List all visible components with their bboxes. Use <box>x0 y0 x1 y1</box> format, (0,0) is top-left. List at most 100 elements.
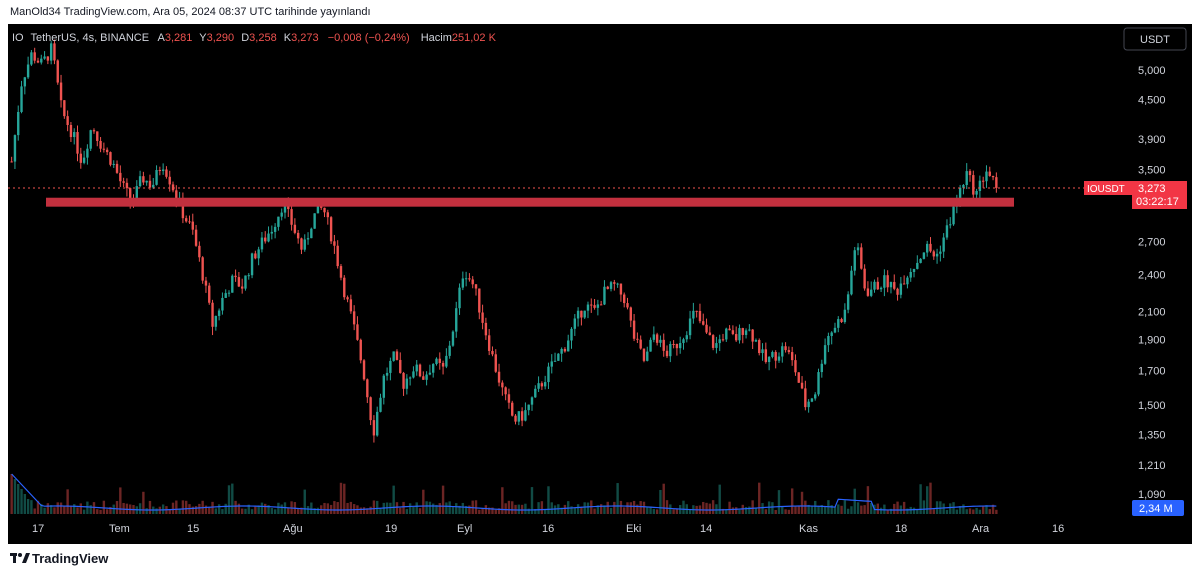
legend-open: 3,281 <box>165 32 193 44</box>
candle-body <box>988 171 991 176</box>
candle-body <box>790 352 794 361</box>
volume-bar <box>105 509 109 514</box>
volume-bar <box>550 502 553 514</box>
candle-body <box>464 278 468 280</box>
candle-body <box>389 360 392 373</box>
volume-bar <box>194 506 198 514</box>
candle-body <box>649 339 652 352</box>
volume-bar <box>264 503 267 514</box>
candle-body <box>912 268 916 273</box>
volume-bar <box>59 502 63 514</box>
candle-body <box>339 266 343 278</box>
candle-body <box>20 86 23 112</box>
price-axis-tick: 2,400 <box>1138 269 1166 281</box>
candle-body <box>102 148 106 150</box>
candle-body <box>405 378 409 389</box>
time-axis-tick: Eki <box>626 523 641 535</box>
legend: IO TetherUS, 4s, BINANCE A3,281 Y3,290 D… <box>12 32 497 44</box>
volume-bar <box>817 506 820 514</box>
candle-body <box>949 224 952 226</box>
candle-body <box>184 218 188 222</box>
price-axis-tick: 1,090 <box>1138 489 1166 501</box>
candle-body <box>376 411 379 436</box>
currency-button[interactable]: USDT <box>1123 27 1187 51</box>
candle-body <box>43 56 46 59</box>
candle-body <box>438 358 441 363</box>
volume-bar <box>968 508 972 514</box>
candle-body <box>511 402 514 416</box>
candle-body <box>860 247 863 269</box>
volume-bar <box>428 501 432 514</box>
candle-body <box>978 180 982 191</box>
candle-body <box>46 56 50 61</box>
candle-body <box>221 297 224 311</box>
candle-body <box>863 268 866 289</box>
candle-body <box>883 275 886 288</box>
volume-bar <box>69 505 73 514</box>
candle-body <box>379 397 382 412</box>
candle-body <box>596 304 600 308</box>
candle-body <box>125 182 129 189</box>
price-tag-price: 3,273 <box>1138 183 1166 195</box>
candle-body <box>975 190 978 195</box>
volume-bar <box>669 504 672 514</box>
candle-body <box>935 253 939 257</box>
candlestick-chart[interactable]: IO TetherUS, 4s, BINANCE A3,281 Y3,290 D… <box>8 24 1192 544</box>
volume-bar <box>540 501 544 514</box>
volume-bar <box>702 501 705 514</box>
candle-body <box>734 334 738 341</box>
volume-bar <box>369 506 372 514</box>
candle-body <box>800 382 804 389</box>
candle-body <box>23 77 27 87</box>
volume-bar <box>774 509 777 514</box>
candle-body <box>329 217 333 242</box>
candle-body <box>771 352 774 357</box>
candle-body <box>17 111 20 136</box>
candle-body <box>494 354 497 372</box>
volume-bar <box>866 486 870 514</box>
volume-bar <box>619 500 623 514</box>
volume-bar <box>708 503 712 514</box>
candle-body <box>119 172 122 182</box>
price-tag-symbol: IOUSDT <box>1087 184 1125 195</box>
volume-bar <box>652 508 656 514</box>
volume-bar <box>73 504 76 514</box>
volume-bar <box>517 504 521 514</box>
volume-bar <box>310 502 313 514</box>
candle-body <box>540 383 544 387</box>
candle-body <box>751 329 754 342</box>
candle-body <box>916 262 919 269</box>
volume-bar <box>764 509 768 514</box>
price-axis-tick: 1,500 <box>1138 400 1166 412</box>
volume-bar <box>893 503 896 514</box>
volume-bar <box>379 508 382 514</box>
candle-body <box>632 320 636 339</box>
volume-bar <box>912 507 916 514</box>
candle-body <box>385 372 389 376</box>
candle-body <box>313 213 316 229</box>
volume-bar <box>112 504 115 514</box>
candle-body <box>372 420 376 436</box>
candle-body <box>504 387 507 395</box>
chart-area[interactable]: IO TetherUS, 4s, BINANCE A3,281 Y3,290 D… <box>8 24 1192 544</box>
volume-bar <box>945 509 949 514</box>
price-axis[interactable]: 5,000 4,500 3,900 3,500 2,700 2,400 2,100 1,900… <box>1138 65 1166 501</box>
time-axis[interactable]: 17 Tem 15 Ağu 19 Eyl 16 Eki 14 Kas 18 Ara 16 <box>32 523 1064 535</box>
volume-bar <box>17 484 20 514</box>
price-axis-tick: 4,500 <box>1138 94 1166 106</box>
candle-body <box>922 252 926 259</box>
price-axis-tick: 3,500 <box>1138 164 1166 176</box>
volume-bar <box>30 500 33 514</box>
volume-bar <box>761 503 764 514</box>
volume-bar <box>99 509 102 514</box>
candle-body <box>491 350 494 355</box>
candle-body <box>356 324 359 340</box>
candle-body <box>764 349 768 363</box>
candle-body <box>188 221 191 223</box>
time-axis-tick: Eyl <box>457 523 472 535</box>
candle-body <box>422 376 425 380</box>
candle-body <box>158 170 162 172</box>
volume-bar <box>376 500 379 514</box>
candle-body <box>481 312 484 323</box>
volume-bar <box>66 489 69 514</box>
